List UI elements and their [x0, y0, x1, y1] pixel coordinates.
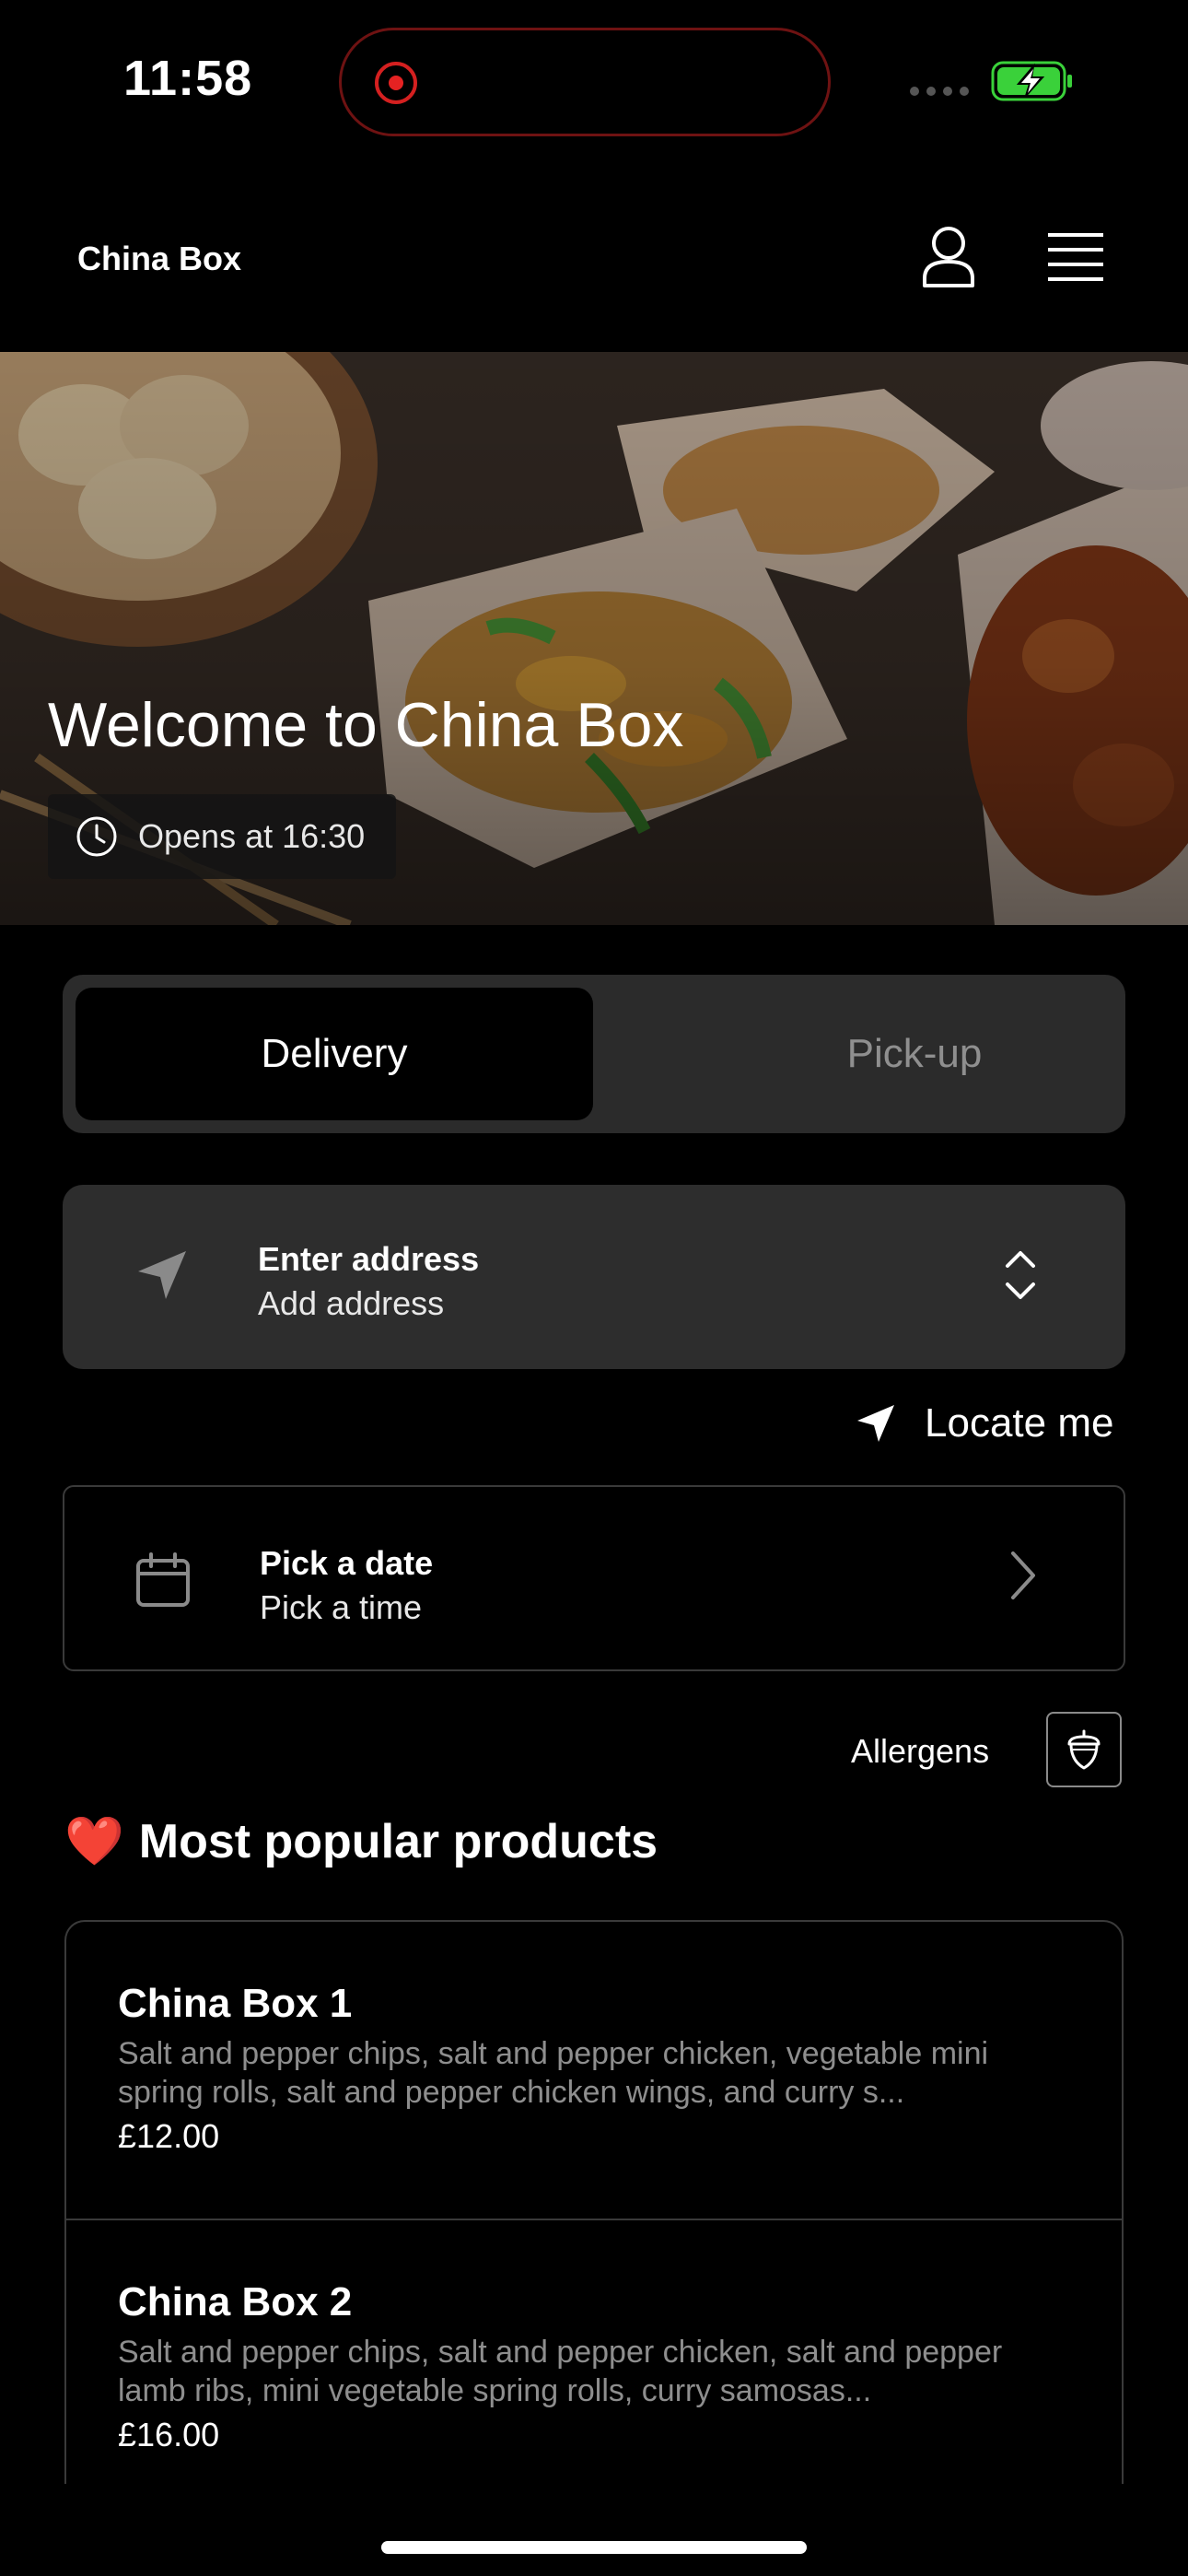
product-name: China Box 1	[118, 1981, 353, 2026]
navigation-arrow-icon	[857, 1405, 894, 1442]
hamburger-menu-icon	[1048, 233, 1103, 281]
fulfilment-mode-toggle: Delivery Pick-up	[63, 975, 1125, 1133]
locate-me-label: Locate me	[925, 1400, 1114, 1446]
clock-icon	[76, 816, 117, 857]
app-header: China Box	[0, 175, 1188, 350]
status-bar: 11:58	[0, 0, 1188, 166]
account-button[interactable]	[912, 216, 985, 299]
location-arrow-icon	[138, 1251, 186, 1299]
calendar-icon	[136, 1552, 190, 1607]
home-indicator[interactable]	[381, 2541, 807, 2554]
schedule-title: Pick a date	[260, 1544, 434, 1582]
chevron-up-down-icon	[1006, 1251, 1035, 1299]
schedule-subtitle: Pick a time	[260, 1588, 423, 1626]
schedule-text: Pick a date Pick a time	[260, 1544, 433, 1627]
address-selector[interactable]: Enter address Add address	[63, 1185, 1125, 1369]
hero-banner: Welcome to China Box Opens at 16:30	[0, 352, 1188, 925]
chevron-right-icon	[1011, 1551, 1035, 1599]
brand-title[interactable]: China Box	[77, 240, 241, 278]
product-price: £12.00	[118, 2117, 220, 2155]
tab-pickup[interactable]: Pick-up	[656, 988, 1173, 1120]
acorn-allergen-icon	[1067, 1729, 1101, 1770]
tab-delivery[interactable]: Delivery	[76, 988, 593, 1120]
hero-title: Welcome to China Box	[48, 690, 684, 760]
popular-section-heading: ❤️ Most popular products	[64, 1813, 658, 1869]
locate-me-button[interactable]: Locate me	[855, 1400, 1113, 1446]
product-description: Salt and pepper chips, salt and pepper c…	[118, 2335, 1003, 2408]
opening-hours-badge: Opens at 16:30	[48, 794, 397, 879]
popular-section-title: Most popular products	[138, 1814, 658, 1868]
recording-icon	[375, 62, 417, 104]
dynamic-island	[339, 28, 831, 136]
allergens-label: Allergens	[851, 1732, 990, 1770]
product-name: China Box 2	[118, 2279, 353, 2324]
product-price: £16.00	[118, 2416, 220, 2453]
address-text: Enter address Add address	[258, 1240, 479, 1323]
product-description: Salt and pepper chips, salt and pepper c…	[118, 2036, 989, 2110]
user-icon	[923, 227, 974, 287]
product-card[interactable]: China Box 2 Salt and pepper chips, salt …	[66, 2220, 1122, 2484]
battery-charging-icon	[991, 61, 1072, 101]
schedule-selector[interactable]: Pick a date Pick a time	[63, 1485, 1125, 1671]
opening-hours-text: Opens at 16:30	[138, 817, 366, 855]
address-subtitle: Add address	[258, 1284, 445, 1322]
allergens-button[interactable]	[1046, 1712, 1122, 1787]
heart-icon: ❤️	[64, 1815, 124, 1868]
status-time: 11:58	[123, 51, 253, 106]
signal-icon	[910, 87, 969, 96]
menu-button[interactable]	[1039, 216, 1112, 299]
product-card[interactable]: China Box 1 Salt and pepper chips, salt …	[66, 1922, 1122, 2220]
address-title: Enter address	[258, 1240, 480, 1278]
popular-products-list: China Box 1 Salt and pepper chips, salt …	[64, 1920, 1124, 2484]
